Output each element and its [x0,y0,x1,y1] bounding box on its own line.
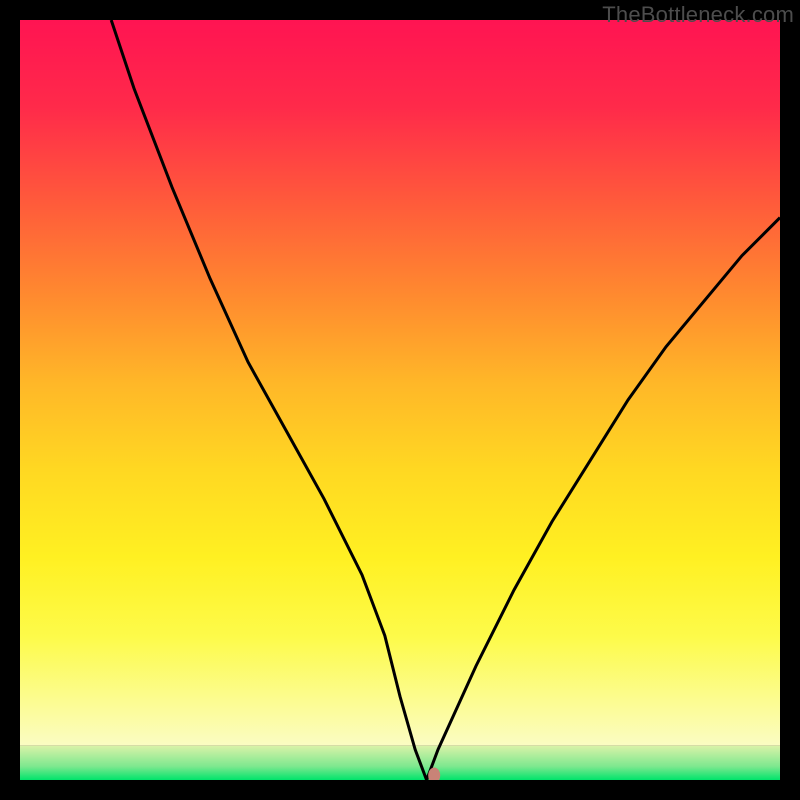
plot-area [20,20,780,780]
watermark-text: TheBottleneck.com [602,2,794,28]
chart-frame: TheBottleneck.com [0,0,800,800]
green-band [20,746,780,780]
gradient-background [20,20,780,746]
chart-svg [20,20,780,780]
